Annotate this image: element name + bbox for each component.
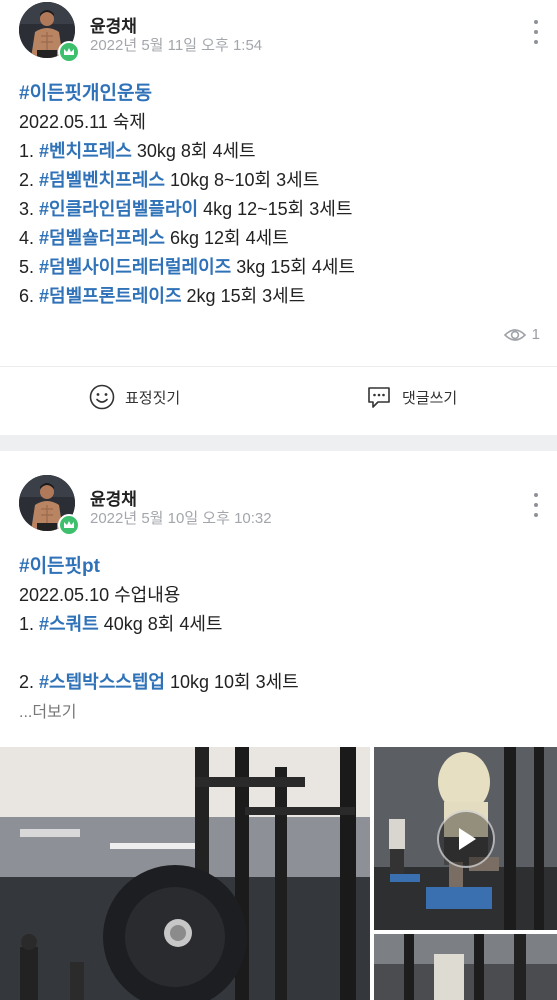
exercise-line: 1. #스쿼트 40kg 8회 4세트 <box>19 614 223 634</box>
hashtag-link[interactable]: #덤벨사이드레터럴레이즈 <box>39 257 231 277</box>
hashtag-link[interactable]: #덤벨프론트레이즈 <box>39 286 182 306</box>
section-gap <box>0 435 557 451</box>
post-subtitle: 2022.05.10 수업내용 <box>19 585 181 605</box>
post-video[interactable] <box>374 747 557 930</box>
exercise-line: 2. #스텝박스스텝업 10kg 10회 3세트 <box>19 672 299 692</box>
smile-icon <box>89 384 115 410</box>
post-card: 윤경채 2022년 5월 10일 오후 10:32 #이든핏pt 2022.05… <box>0 451 557 1000</box>
post-date: 2022년 5월 10일 오후 10:32 <box>90 510 272 527</box>
crown-icon <box>58 514 80 536</box>
divider <box>0 366 557 367</box>
more-vertical-icon[interactable] <box>531 493 541 517</box>
eye-icon <box>503 328 526 341</box>
view-count: 1 <box>503 326 540 343</box>
exercise-line: 5. #덤벨사이드레터럴레이즈 3kg 15회 4세트 <box>19 257 355 277</box>
comment-icon <box>368 387 390 408</box>
post-photo[interactable] <box>374 934 557 1000</box>
post-content: #이든핏pt 2022.05.10 수업내용 1. #스쿼트 40kg 8회 4… <box>19 552 299 726</box>
post-date: 2022년 5월 11일 오후 1:54 <box>90 37 263 54</box>
exercise-line: 3. #인클라인덤벨플라이 4kg 12~15회 3세트 <box>19 199 353 219</box>
post-content: #이든핏개인운동 2022.05.11 숙제 1. #벤치프레스 30kg 8회… <box>19 79 355 311</box>
hashtag-link[interactable]: #인클라인덤벨플라이 <box>39 199 198 219</box>
exercise-line: 1. #벤치프레스 30kg 8회 4세트 <box>19 141 256 161</box>
post-photo[interactable] <box>0 747 370 1000</box>
hashtag-link[interactable]: #덤벨숄더프레스 <box>39 228 165 248</box>
hashtag-link[interactable]: #스텝박스스텝업 <box>39 672 165 692</box>
hashtag-title[interactable]: #이든핏pt <box>19 552 299 581</box>
emotion-button[interactable]: 표정짓기 <box>89 384 180 410</box>
exercise-line: 6. #덤벨프론트레이즈 2kg 15회 3세트 <box>19 286 306 306</box>
emotion-button-label: 표정짓기 <box>125 389 181 407</box>
hashtag-link[interactable]: #벤치프레스 <box>39 141 132 161</box>
read-more-link[interactable]: ...더보기 <box>19 697 299 726</box>
crown-icon <box>58 41 80 63</box>
hashtag-link[interactable]: #덤벨벤치프레스 <box>39 170 165 190</box>
more-vertical-icon[interactable] <box>531 20 541 44</box>
exercise-line: 2. #덤벨벤치프레스 10kg 8~10회 3세트 <box>19 170 320 190</box>
post-subtitle: 2022.05.11 숙제 <box>19 112 146 132</box>
exercise-line: 4. #덤벨숄더프레스 6kg 12회 4세트 <box>19 228 289 248</box>
post-card: 윤경채 2022년 5월 11일 오후 1:54 #이든핏개인운동 2022.0… <box>0 0 557 435</box>
hashtag-link[interactable]: #스쿼트 <box>39 614 99 634</box>
view-count-value: 1 <box>531 326 540 343</box>
comment-button-label: 댓글쓰기 <box>402 389 458 407</box>
comment-button[interactable]: 댓글쓰기 <box>366 384 457 410</box>
hashtag-title[interactable]: #이든핏개인운동 <box>19 79 355 108</box>
play-icon[interactable] <box>437 810 495 868</box>
